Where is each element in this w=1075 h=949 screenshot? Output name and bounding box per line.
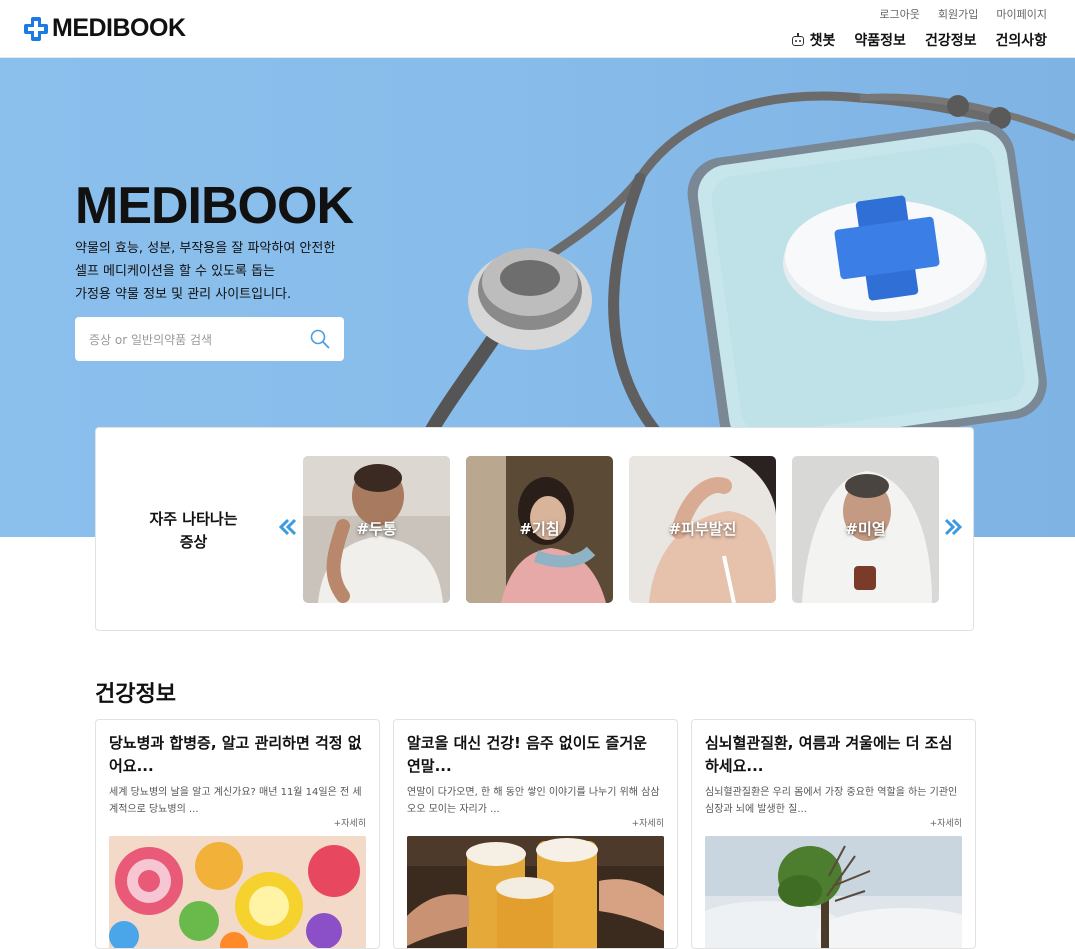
symptom-rash[interactable]: #피부발진 <box>629 456 776 603</box>
hero-description: 약물의 효능, 성분, 부작용을 잘 파악하여 안전한 셀프 메디케이션을 할 … <box>75 237 375 306</box>
health-card-title: 심뇌혈관질환, 여름과 겨울에는 더 조심하세요... <box>705 734 953 775</box>
nav-chatbot[interactable]: 챗봇 <box>790 30 836 50</box>
robot-icon <box>790 33 807 47</box>
hero-desc-line: 가정용 약물 정보 및 관리 사이트입니다. <box>75 287 292 302</box>
more-link[interactable]: +자세히 <box>930 816 962 829</box>
health-card[interactable]: 심뇌혈관질환, 여름과 겨울에는 더 조심하세요... 심뇌혈관질환은 우리 몸… <box>691 719 976 949</box>
health-card-summary: 연말이 다가오면, 한 해 동안 쌓인 이야기를 나누기 위해 삼삼오오 모이는… <box>407 787 660 815</box>
candy-photo <box>109 836 366 948</box>
health-card-summary: 세계 당뇨병의 날을 알고 계신가요? 매년 11월 14일은 전 세계적으로 … <box>109 787 362 815</box>
health-card-image <box>705 836 962 948</box>
health-card[interactable]: 당뇨병과 합병증, 알고 관리하면 걱정 없어요... 세계 당뇨병의 날을 알… <box>95 719 380 949</box>
signup-link[interactable]: 회원가입 <box>938 6 978 22</box>
health-card-title: 당뇨병과 합병증, 알고 관리하면 걱정 없어요... <box>109 734 362 775</box>
logo-text: MEDIBOOK <box>52 14 186 42</box>
symptom-label: #미열 <box>845 520 886 538</box>
hero-desc-line: 셀프 메디케이션을 할 수 있도록 돕는 <box>75 264 276 279</box>
symptoms-title-line: 증상 <box>179 533 208 551</box>
health-info-title: 건강정보 <box>95 682 176 707</box>
symptoms-title-line: 자주 나타나는 <box>149 510 238 528</box>
tree-seasons-photo <box>705 836 962 948</box>
nav-health-info[interactable]: 건강정보 <box>925 30 977 50</box>
search-box <box>75 317 344 363</box>
site-header: MEDIBOOK 로그아웃 회원가입 마이페이지 챗봇 약품정보 건강정보 건의… <box>0 0 1075 58</box>
chevron-right-icon[interactable] <box>942 516 964 538</box>
hero-title: MEDIBOOK <box>75 177 354 235</box>
more-link[interactable]: +자세히 <box>632 816 664 829</box>
logo[interactable]: MEDIBOOK <box>24 14 186 43</box>
symptom-label: #피부발진 <box>668 520 737 538</box>
utility-links: 로그아웃 회원가입 마이페이지 <box>879 6 1047 22</box>
search-input[interactable] <box>87 317 306 363</box>
symptom-cough[interactable]: #기침 <box>466 456 613 603</box>
hero-desc-line: 약물의 효능, 성분, 부작용을 잘 파악하여 안전한 <box>75 241 336 256</box>
nav-suggestions[interactable]: 건의사항 <box>995 30 1047 50</box>
medical-cross-icon <box>24 16 48 41</box>
health-card[interactable]: 알코올 대신 건강! 음주 없이도 즐거운 연말... 연말이 다가오면, 한 … <box>393 719 678 949</box>
logout-link[interactable]: 로그아웃 <box>879 6 919 22</box>
health-info-cards: 당뇨병과 합병증, 알고 관리하면 걱정 없어요... 세계 당뇨병의 날을 알… <box>95 719 976 949</box>
symptom-label: #두통 <box>356 520 397 538</box>
health-card-summary: 심뇌혈관질환은 우리 몸에서 가장 중요한 역할을 하는 기관인 심장과 뇌에 … <box>705 787 958 815</box>
symptom-label: #기침 <box>519 520 560 538</box>
symptom-low-fever[interactable]: #미열 <box>792 456 939 603</box>
nav-drug-info[interactable]: 약품정보 <box>854 30 906 50</box>
beer-toast-photo <box>407 836 664 948</box>
chevron-left-icon[interactable] <box>277 516 299 538</box>
search-icon[interactable] <box>310 329 330 349</box>
health-card-image <box>407 836 664 948</box>
health-card-title: 알코올 대신 건강! 음주 없이도 즐거운 연말... <box>407 734 647 775</box>
health-card-image <box>109 836 366 948</box>
symptom-carousel: #두통 #기침 #피부발진 #미열 <box>303 456 939 603</box>
more-link[interactable]: +자세히 <box>334 816 366 829</box>
symptoms-title: 자주 나타나는 증상 <box>136 508 251 554</box>
nav-chatbot-label: 챗봇 <box>809 33 836 49</box>
mypage-link[interactable]: 마이페이지 <box>996 6 1047 22</box>
main-nav: 챗봇 약품정보 건강정보 건의사항 <box>790 30 1047 50</box>
frequent-symptoms-panel: 자주 나타나는 증상 #두통 #기침 #피부발진 #미열 <box>95 427 974 631</box>
symptom-headache[interactable]: #두통 <box>303 456 450 603</box>
